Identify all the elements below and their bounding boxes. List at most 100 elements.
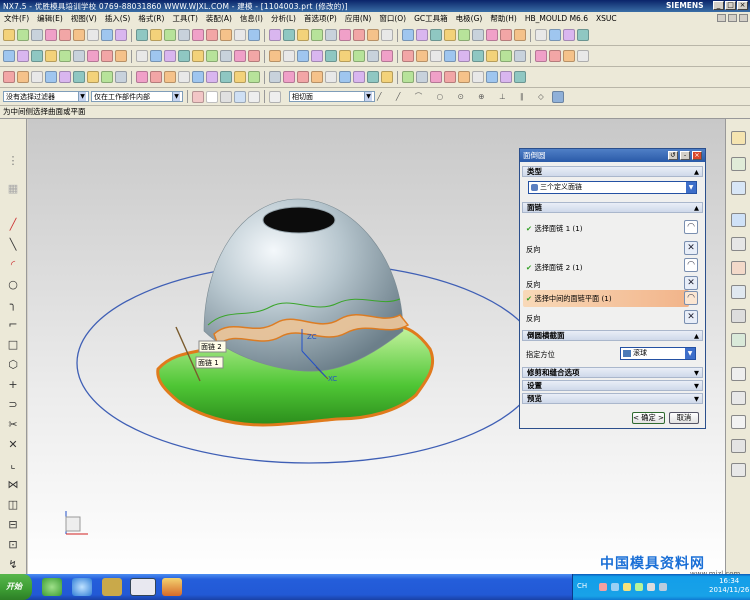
menu-tools[interactable]: 工具(T)	[168, 13, 201, 24]
toolbar-button-icon[interactable]	[416, 71, 428, 83]
toolbar-button-icon[interactable]	[73, 29, 85, 41]
toolbar-button-icon[interactable]	[339, 71, 351, 83]
reverse-direction-icon[interactable]: ✕	[684, 241, 698, 255]
toolbar-button-icon[interactable]	[220, 29, 232, 41]
toolbar-button-icon[interactable]	[101, 50, 113, 62]
reverse-direction-icon[interactable]: ✕	[684, 276, 698, 290]
toolbar-button-icon[interactable]	[444, 71, 456, 83]
dialog-reset-button[interactable]: ↺	[668, 151, 678, 160]
curve-icon[interactable]: ╲	[6, 239, 20, 251]
toolbar-button-icon[interactable]	[430, 29, 442, 41]
toolbar-button-icon[interactable]	[381, 50, 393, 62]
menu-format[interactable]: 格式(R)	[134, 13, 168, 24]
toolbar-button-icon[interactable]	[577, 29, 589, 41]
dimension-icon[interactable]: ⊡	[6, 539, 20, 551]
volume-icon[interactable]	[647, 583, 655, 591]
tray-app-icon[interactable]	[623, 583, 631, 591]
section-settings[interactable]: 设置 ▼	[522, 380, 703, 391]
pattern-icon[interactable]: ◫	[6, 499, 20, 511]
system-materials-icon[interactable]	[731, 309, 746, 323]
toolbar-button-icon[interactable]	[283, 50, 295, 62]
toolbar-button-icon[interactable]	[59, 50, 71, 62]
menu-information[interactable]: 信息(I)	[236, 13, 267, 24]
doc-restore-icon[interactable]	[728, 14, 737, 22]
toolbar-button-icon[interactable]	[101, 29, 113, 41]
toolbar-button-icon[interactable]	[150, 29, 162, 41]
arc-icon[interactable]: ◜	[6, 259, 20, 271]
maximize-button[interactable]: □	[725, 1, 736, 10]
toolbar-button-icon[interactable]	[325, 29, 337, 41]
toolbar-button-icon[interactable]	[136, 71, 148, 83]
toolbar-button-icon[interactable]	[514, 71, 526, 83]
reuse-library-icon[interactable]	[731, 237, 746, 251]
toolbar-button-icon[interactable]	[297, 50, 309, 62]
toolbar-button-icon[interactable]	[367, 29, 379, 41]
menu-view[interactable]: 视图(V)	[67, 13, 101, 24]
toolbar-button-icon[interactable]	[45, 71, 57, 83]
toolbar-button-icon[interactable]	[115, 29, 127, 41]
chamfer-icon[interactable]: ⌐	[6, 319, 20, 331]
toolbar-button-icon[interactable]	[164, 71, 176, 83]
history-icon[interactable]	[731, 213, 746, 227]
toolbar-button-icon[interactable]	[136, 29, 148, 41]
toolbar-button-icon[interactable]	[325, 71, 337, 83]
face-select-icon[interactable]: ◠	[684, 220, 698, 234]
toolbar-button-icon[interactable]	[514, 29, 526, 41]
select-face-chain-1[interactable]: ✔ 选择面链 1 (1)	[526, 224, 583, 234]
toolbar-button-icon[interactable]	[458, 29, 470, 41]
toolbar-button-icon[interactable]	[458, 50, 470, 62]
toolbar-button-icon[interactable]	[17, 71, 29, 83]
toolbar-button-icon[interactable]	[549, 50, 561, 62]
clock[interactable]: 16:34 2014/11/26	[709, 577, 749, 595]
toolbar-button-icon[interactable]	[402, 71, 414, 83]
toolbar-button-icon[interactable]	[248, 50, 260, 62]
toolbar-button-icon[interactable]	[3, 71, 15, 83]
face-select-icon[interactable]: ◠	[684, 258, 698, 272]
mirror-icon[interactable]: ⋈	[6, 479, 20, 491]
toolbar-button-icon[interactable]	[164, 29, 176, 41]
messenger-icon[interactable]	[72, 578, 92, 596]
project-icon[interactable]: ↯	[6, 559, 20, 571]
toolbar-button-icon[interactable]	[311, 71, 323, 83]
toolbar-button-icon[interactable]	[381, 71, 393, 83]
language-indicator[interactable]: CH	[577, 582, 587, 590]
toolbar-button-icon[interactable]	[17, 29, 29, 41]
toolbar-button-icon[interactable]	[486, 29, 498, 41]
folder-icon[interactable]	[102, 578, 122, 596]
toolbar-button-icon[interactable]	[500, 71, 512, 83]
paint-icon[interactable]	[162, 578, 182, 596]
menu-gc-toolkit[interactable]: GC工具箱	[410, 13, 452, 24]
toolbar-button-icon[interactable]	[269, 29, 281, 41]
toolbar-button-icon[interactable]	[192, 29, 204, 41]
selection-scope-select[interactable]: 仅在工作部件内部 ▼	[91, 91, 183, 102]
toolbar-button-icon[interactable]	[353, 50, 365, 62]
toolbar-button-icon[interactable]	[269, 71, 281, 83]
snap-icon[interactable]	[192, 90, 204, 103]
toolbar-button-icon[interactable]	[577, 50, 589, 62]
process-studio-icon[interactable]	[731, 333, 746, 347]
toolbar-button-icon[interactable]	[311, 50, 323, 62]
toolbar-button-icon[interactable]	[115, 71, 127, 83]
section-type[interactable]: 类型 ▲	[522, 166, 703, 177]
doc-close-icon[interactable]	[739, 14, 748, 22]
face-rule-select[interactable]: 相切面 ▼	[289, 91, 375, 102]
toolbar-button-icon[interactable]	[206, 50, 218, 62]
tray-app-icon[interactable]	[599, 583, 607, 591]
toolbar-button-icon[interactable]	[283, 71, 295, 83]
toolbar-button-icon[interactable]	[486, 71, 498, 83]
toolbar-button-icon[interactable]	[136, 50, 148, 62]
undo-icon[interactable]	[206, 90, 218, 103]
toolbar-button-icon[interactable]	[87, 29, 99, 41]
toolbar-button-icon[interactable]	[150, 71, 162, 83]
toolbar-button-icon[interactable]	[220, 71, 232, 83]
toolbar-button-icon[interactable]	[535, 29, 547, 41]
toolbar-button-icon[interactable]	[234, 29, 246, 41]
toolbar-button-icon[interactable]	[178, 71, 190, 83]
line-icon[interactable]: ╱	[6, 219, 20, 231]
dialog-close-button[interactable]: ×	[692, 151, 702, 160]
toolbar-button-icon[interactable]	[444, 29, 456, 41]
toolbar-button-icon[interactable]	[297, 71, 309, 83]
browser-icon[interactable]	[42, 578, 62, 596]
toolbar-button-icon[interactable]	[367, 71, 379, 83]
toolbar-button-icon[interactable]	[269, 50, 281, 62]
